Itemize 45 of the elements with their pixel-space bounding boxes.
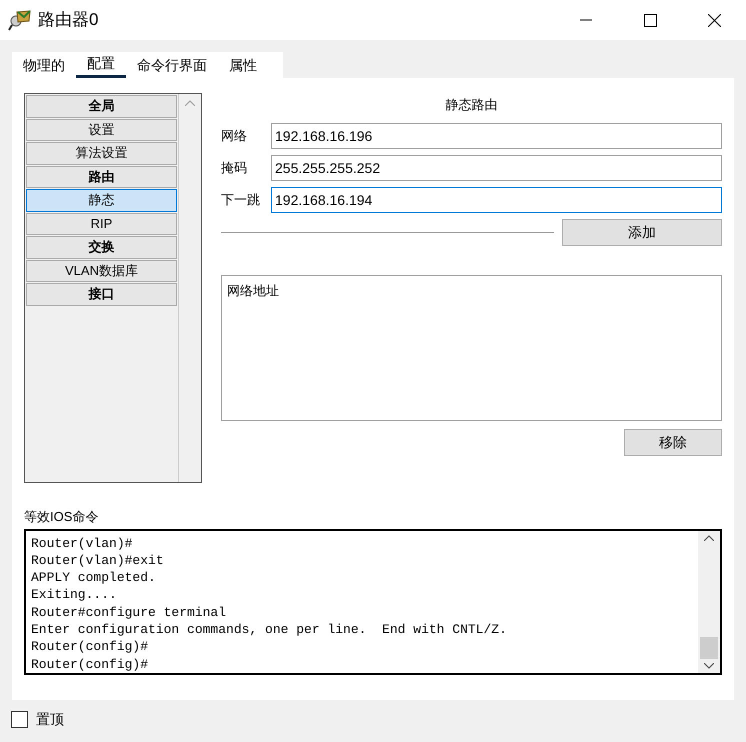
router-icon [8, 9, 32, 31]
section-label: 等效IOS命令 [24, 509, 98, 524]
console-line: Router(config)# [31, 638, 150, 656]
sidebar-item[interactable]: VLAN数据库 [26, 260, 177, 282]
checkbox[interactable] [11, 711, 28, 728]
tab[interactable]: 命令行界面 [126, 52, 218, 78]
sidebar-item[interactable]: 静态 [26, 189, 177, 212]
maximize-icon [644, 14, 656, 26]
console-line: Enter configuration commands, one per line. End with CNTL/Z. [31, 620, 508, 638]
console-line: Router(vlan)#exit [31, 552, 165, 570]
field-label: 掩码 [221, 158, 248, 177]
input-field[interactable]: 255.255.255.252 [271, 154, 722, 180]
console-output[interactable]: Router(vlan)# Router(vlan)#exit APPLY completed. Exiting.... Router#configure terminal Enter configuration commands, one per line. End with CNTL/Z. Router(config)# Router(config)# [24, 528, 722, 674]
remove-button[interactable]: 移除 [624, 428, 722, 456]
console-line: Router(config)# [31, 656, 150, 673]
sidebar-header[interactable]: 全局 [26, 95, 177, 118]
tab[interactable]: 属性 [218, 52, 268, 78]
route-list[interactable]: 网络地址 [221, 274, 722, 420]
tab[interactable]: 物理的 [12, 52, 76, 78]
scroll-thumb[interactable] [700, 636, 718, 658]
scroll-down-icon [704, 662, 714, 668]
sidebar-header[interactable]: 路由 [26, 166, 177, 188]
field-label: 网络 [221, 126, 248, 145]
scroll-up-icon [704, 534, 714, 540]
console-line: Router#configure terminal [31, 604, 228, 621]
close-icon [708, 14, 720, 26]
sidebar-header[interactable]: 接口 [26, 283, 177, 306]
checkbox-label: 置顶 [36, 710, 64, 729]
add-button[interactable]: 添加 [562, 218, 722, 246]
sidebar-item[interactable]: 算法设置 [26, 142, 177, 164]
section-title: 静态路由 [446, 97, 498, 112]
input-field[interactable]: 192.168.16.196 [271, 122, 722, 148]
scrollbar[interactable] [698, 530, 720, 672]
input-field[interactable]: 192.168.16.194 [271, 186, 722, 212]
sidebar-item[interactable]: 设置 [26, 118, 177, 141]
console-line: Router(vlan)# [31, 534, 134, 552]
field-label: 下一跳 [221, 190, 261, 209]
sidebar-header[interactable]: 交换 [26, 236, 177, 258]
scroll-up-icon [185, 100, 195, 106]
console-line: Exiting.... [31, 586, 118, 604]
minimize-icon [580, 19, 592, 21]
console-line: APPLY completed. [31, 569, 157, 586]
list-header: 网络地址 [227, 282, 279, 298]
window-title: 路由器0 [38, 9, 98, 32]
sidebar-item[interactable]: RIP [26, 212, 177, 235]
